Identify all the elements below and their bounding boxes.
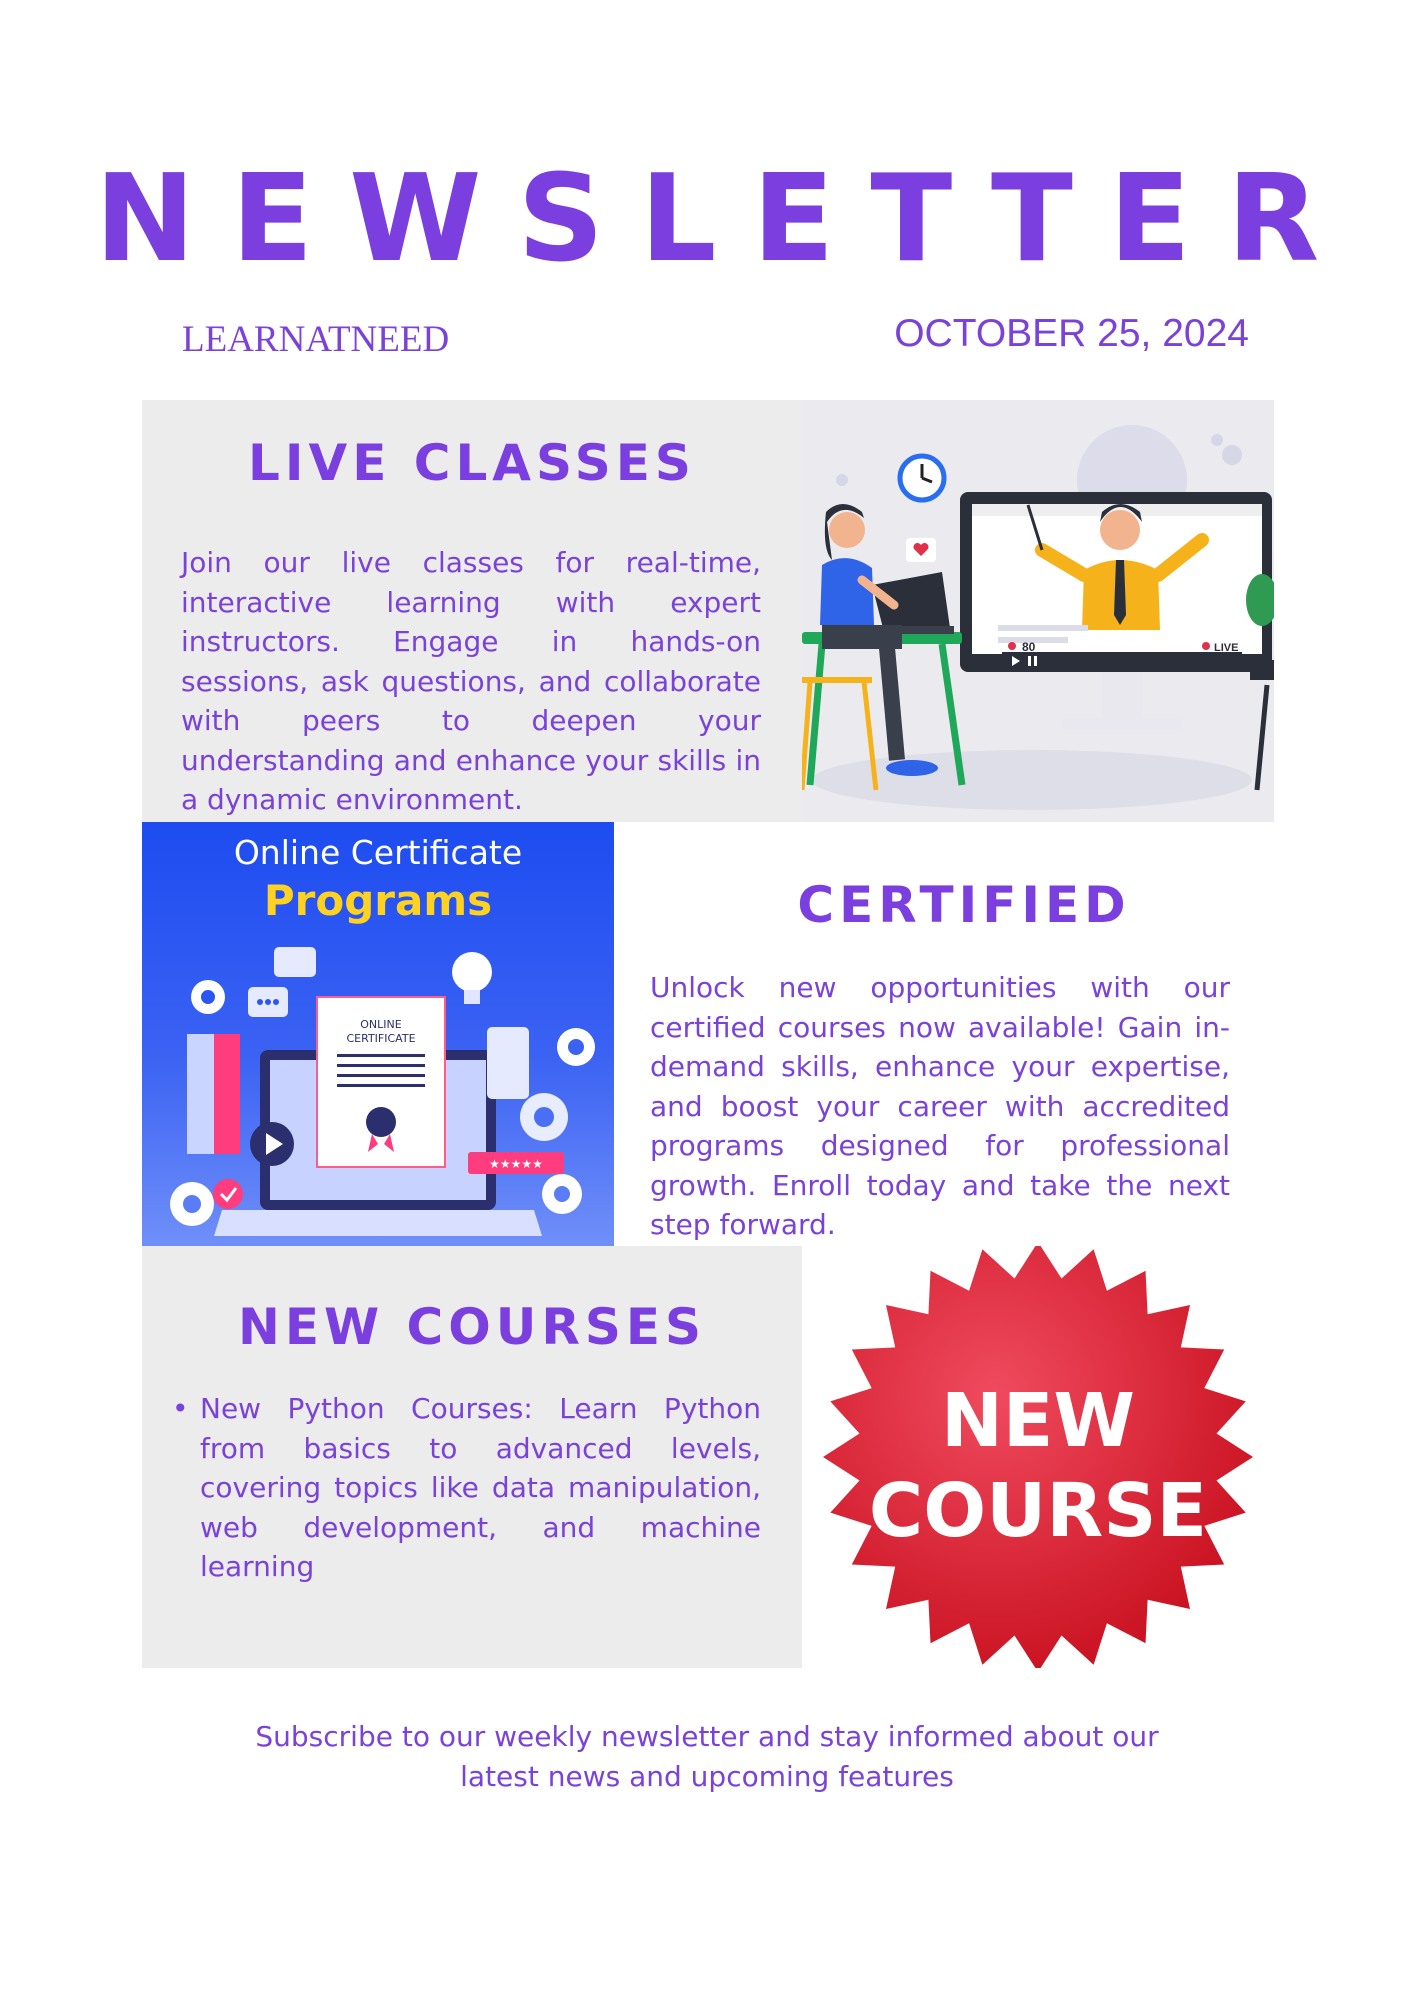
- bullet-icon: •: [172, 1392, 189, 1425]
- certified-heading: CERTIFIED: [797, 876, 1131, 934]
- online-class-illustration: 80 LIVE: [799, 400, 1278, 822]
- live-classes-text: Join our live classes for real-time, int…: [181, 546, 761, 816]
- cert-image-line1: Online Certificate: [234, 833, 522, 872]
- course-item-text: New Python Courses: Learn Python from ba…: [200, 1392, 761, 1583]
- clock-icon: [897, 453, 947, 503]
- list-item: • New Python Courses: Learn Python from …: [172, 1389, 761, 1587]
- issue-date: OCTOBER 25, 2024: [894, 312, 1249, 355]
- rating-stars: ★★★★★: [489, 1157, 543, 1171]
- subscribe-footer: Subscribe to our weekly newsletter and s…: [0, 1717, 1414, 1796]
- play-icon: [250, 1122, 294, 1166]
- new-course-badge: NEW COURSE: [802, 1242, 1274, 1672]
- badge-line1: NEW: [941, 1378, 1135, 1464]
- footer-line1: Subscribe to our weekly newsletter and s…: [255, 1720, 1159, 1753]
- certificate-line2: CERTIFICATE: [346, 1032, 415, 1045]
- newsletter-title: NEWSLETTER: [94, 150, 1356, 289]
- live-label: LIVE: [1214, 642, 1238, 654]
- live-classes-heading: LIVE CLASSES: [248, 434, 696, 492]
- organization-name: LEARNATNEED: [182, 319, 450, 360]
- cert-image-line2: Programs: [264, 876, 492, 925]
- new-courses-heading: NEW COURSES: [237, 1298, 707, 1356]
- certificate-line1: ONLINE: [360, 1018, 401, 1031]
- certified-text: Unlock new opportunities with our certif…: [650, 971, 1230, 1241]
- footer-line2: latest news and upcoming features: [460, 1759, 954, 1793]
- new-courses-list: • New Python Courses: Learn Python from …: [172, 1389, 761, 1587]
- viewer-count: 80: [1022, 640, 1036, 654]
- online-certificate-image: Online Certificate Programs ONLINE CERTI…: [142, 822, 614, 1246]
- heart-chat-icon: [906, 538, 936, 562]
- badge-line2: COURSE: [869, 1468, 1207, 1554]
